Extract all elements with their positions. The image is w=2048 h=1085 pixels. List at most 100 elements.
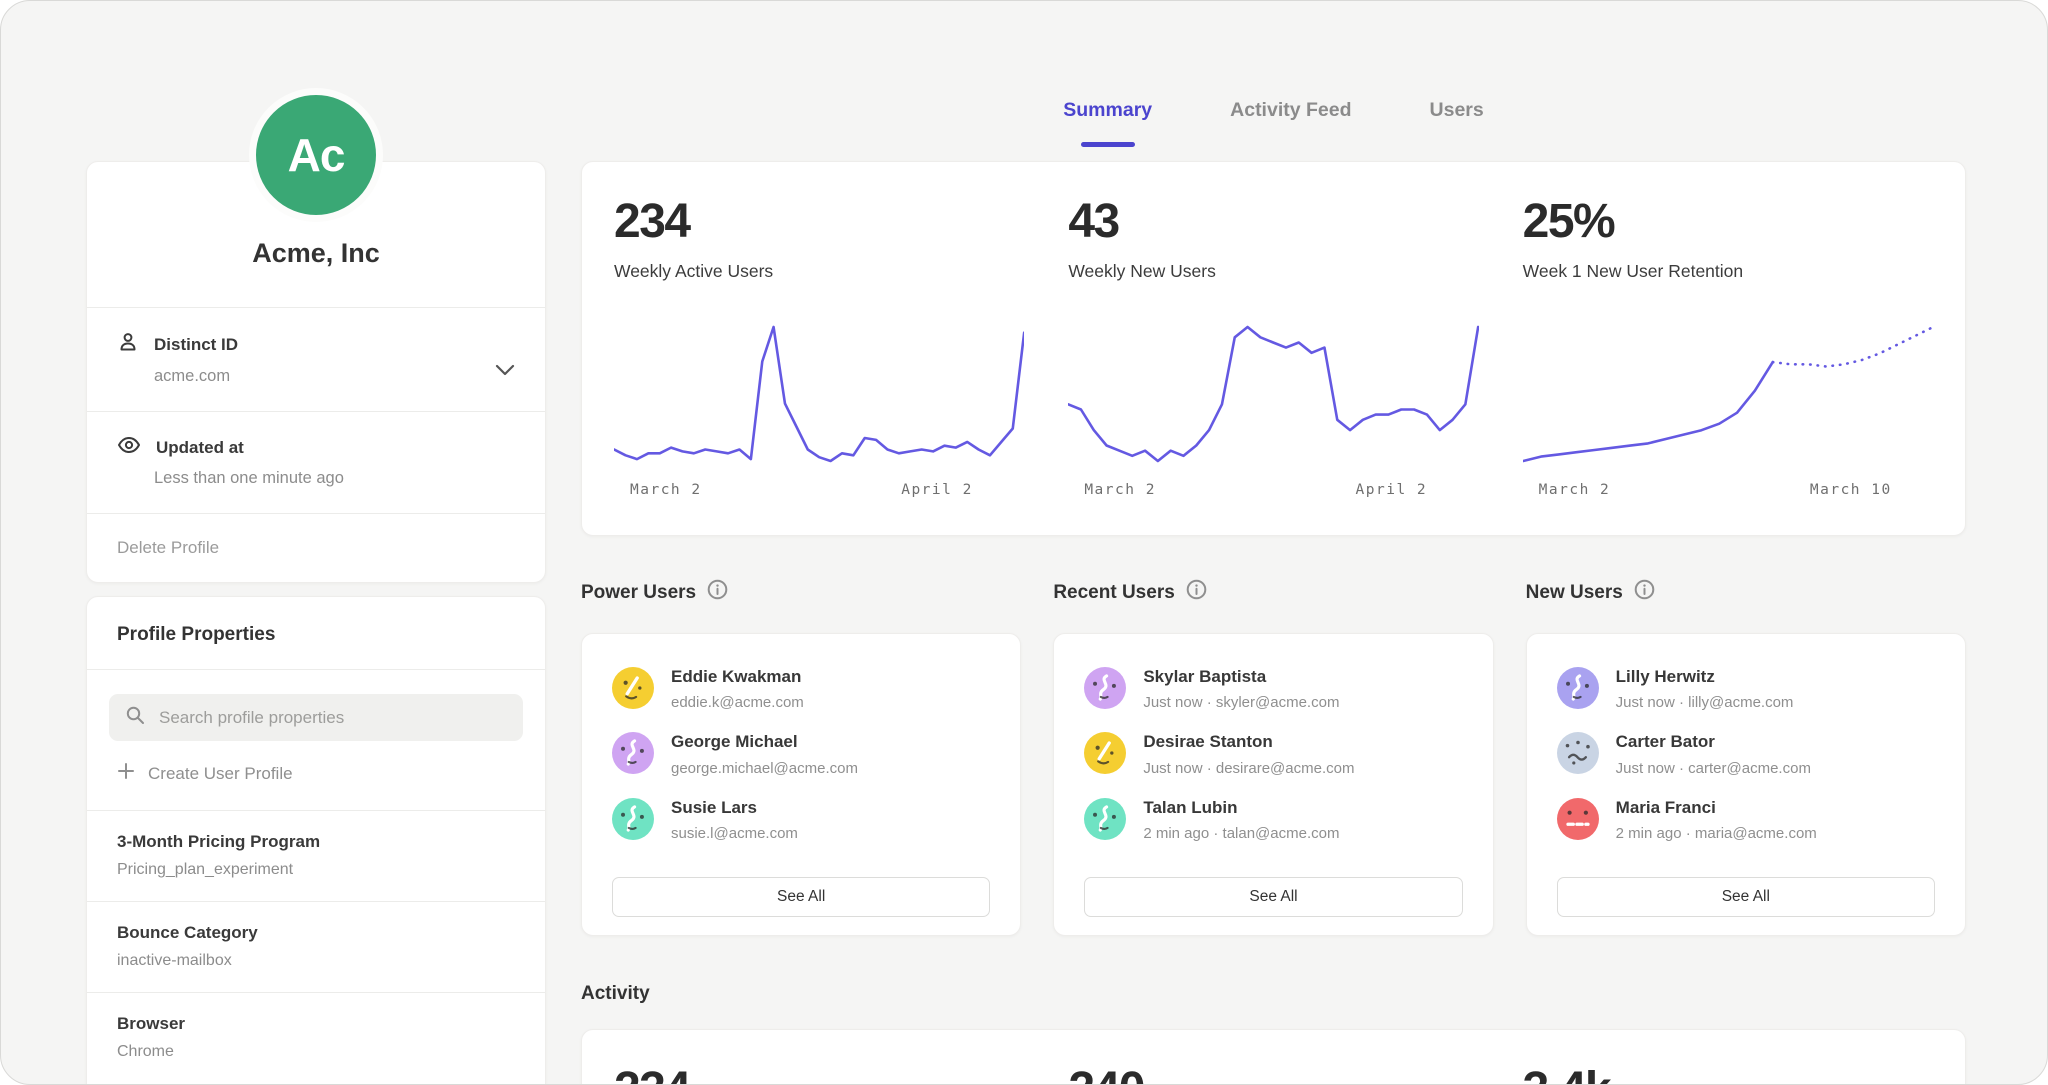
field-label: Distinct ID [154,335,238,355]
tab-users[interactable]: Users [1430,97,1484,147]
user-detail: eddie.k@acme.com [671,694,804,711]
user-name: Susie Lars [671,798,798,818]
user-row[interactable]: Skylar Baptista Just now · skyler@acme.c… [1084,667,1462,711]
section-title: New Users [1526,582,1623,604]
avatar [1557,798,1599,840]
axis-tick-end: April 2 [1356,482,1428,498]
axis-tick-end: March 10 [1810,482,1892,498]
avatar-face [1557,667,1599,709]
updated-at-row: Updated at Less than one minute ago [87,412,545,513]
avatar-face [612,667,654,709]
property-name: Browser [117,1014,515,1034]
user-row[interactable]: Desirae Stanton Just now · desirare@acme… [1084,732,1462,776]
summary-card: 234 Weekly Active Users March 2 April 2 … [581,161,1966,536]
user-detail: Just now · skyler@acme.com [1143,694,1339,711]
user-row[interactable]: Carter Bator Just now · carter@acme.com [1557,732,1935,776]
info-icon[interactable] [707,579,728,606]
user-row[interactable]: Susie Lars susie.l@acme.com [612,798,990,842]
user-name: Eddie Kwakman [671,667,804,687]
see-all-button[interactable]: See All [612,877,990,917]
user-detail: george.michael@acme.com [671,760,858,777]
property-name: Bounce Category [117,923,515,943]
axis-tick-start: March 2 [1539,482,1611,498]
axis-tick-start: March 2 [1084,482,1156,498]
stat-label: Week 1 New User Retention [1523,261,1933,282]
tab-activity-feed[interactable]: Activity Feed [1230,97,1351,147]
see-all-button[interactable]: See All [1084,877,1462,917]
avatar [1084,732,1126,774]
property-row[interactable]: Bounce Category inactive-mailbox [87,902,545,992]
stat-label: Weekly Active Users [614,261,1024,282]
stat-value: 43 [1068,198,1478,246]
chart-axis: March 2 April 2 [614,482,1024,504]
avatar-face [1084,667,1126,709]
profile-properties-title: Profile Properties [87,597,545,669]
avatar [1084,798,1126,840]
sparkline-chart [614,316,1024,466]
user-detail: Just now · desirare@acme.com [1143,760,1354,777]
create-user-profile-label: Create User Profile [148,764,293,784]
divider [87,669,545,670]
user-detail: Just now · lilly@acme.com [1616,694,1794,711]
distinct-id-row[interactable]: Distinct ID acme.com [87,308,545,411]
tab-summary[interactable]: Summary [1063,97,1152,147]
activity-card: 234 240 3.4k [581,1029,1966,1085]
search-input[interactable] [157,707,507,729]
avatar-face [1557,798,1599,840]
main-content: Summary Activity Feed Users 234 Weekly A… [581,1,1966,1085]
avatar-face [1557,732,1599,774]
recent-users-card: Skylar Baptista Just now · skyler@acme.c… [1053,633,1493,936]
create-user-profile-button[interactable]: Create User Profile [117,762,515,785]
stat-column-weekly-new-users: 43 Weekly New Users March 2 April 2 [1068,198,1478,509]
new-users-card: Lilly Herwitz Just now · lilly@acme.com … [1526,633,1966,936]
avatar-face [612,732,654,774]
chart-axis: March 2 April 2 [1068,482,1478,504]
avatar [1557,667,1599,709]
user-section-headers: Power Users Recent Users New Users [581,579,1966,606]
avatar [612,732,654,774]
chart-axis: March 2 March 10 [1523,482,1933,504]
profile-properties-card: Profile Properties Create User Profile 3… [86,596,546,1085]
see-all-button[interactable]: See All [1557,877,1935,917]
sparkline-chart [1068,316,1478,466]
power-users-header: Power Users [581,579,1021,606]
user-row[interactable]: Lilly Herwitz Just now · lilly@acme.com [1557,667,1935,711]
activity-section-title: Activity [581,983,650,1005]
chevron-down-icon[interactable] [495,363,515,381]
section-title: Power Users [581,582,696,604]
info-icon[interactable] [1634,579,1655,606]
delete-profile-button[interactable]: Delete Profile [87,514,545,582]
stat-value: 25% [1523,198,1933,246]
user-row[interactable]: Eddie Kwakman eddie.k@acme.com [612,667,990,711]
info-icon[interactable] [1186,579,1207,606]
avatar [1084,667,1126,709]
avatar [612,667,654,709]
eye-icon [117,435,141,460]
new-users-header: New Users [1526,579,1966,606]
user-detail: Just now · carter@acme.com [1616,760,1811,777]
user-name: Maria Franci [1616,798,1817,818]
profile-properties-search[interactable] [109,694,523,741]
property-row[interactable]: Browser Chrome [87,993,545,1083]
avatar-face [612,798,654,840]
user-name: Talan Lubin [1143,798,1339,818]
property-row[interactable]: 3-Month Pricing Program Pricing_plan_exp… [87,811,545,901]
avatar [1557,732,1599,774]
app-window: Ac Acme, Inc Distinct ID acme.com Update… [0,0,2048,1085]
section-title: Recent Users [1053,582,1174,604]
user-row[interactable]: Talan Lubin 2 min ago · talan@acme.com [1084,798,1462,842]
user-name: Carter Bator [1616,732,1811,752]
activity-stat: 234 [614,1066,1024,1085]
avatar [612,798,654,840]
power-users-card: Eddie Kwakman eddie.k@acme.com George Mi… [581,633,1021,936]
user-row[interactable]: Maria Franci 2 min ago · maria@acme.com [1557,798,1935,842]
user-row[interactable]: George Michael george.michael@acme.com [612,732,990,776]
axis-tick-end: April 2 [901,482,973,498]
avatar-face [1084,798,1126,840]
plus-icon [117,762,135,785]
search-icon [125,705,145,730]
property-value: Pricing_plan_experiment [117,861,515,879]
field-value: acme.com [154,367,515,386]
user-name: Lilly Herwitz [1616,667,1794,687]
company-avatar: Ac [249,88,383,222]
